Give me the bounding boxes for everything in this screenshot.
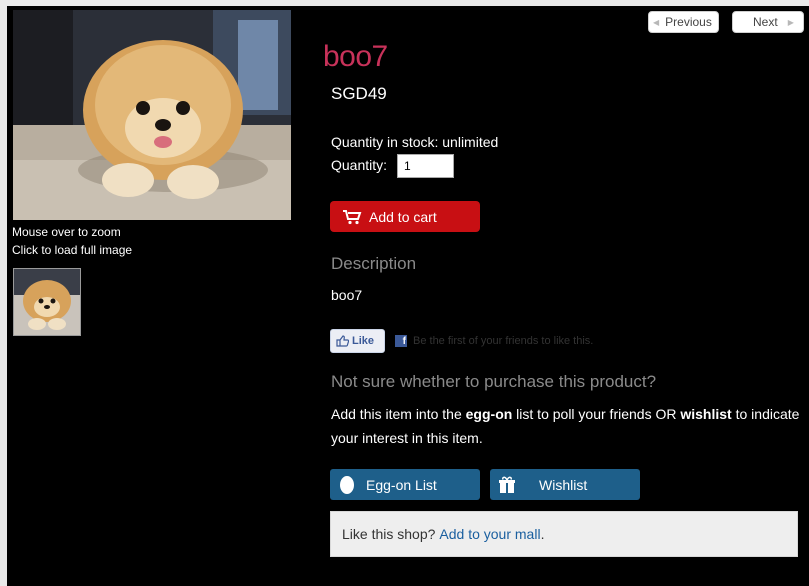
next-button[interactable]: Next ▶: [732, 11, 804, 33]
zoom-hint-text: Mouse over to zoom: [12, 225, 121, 239]
egg-text-1: Add this item into the: [331, 406, 466, 422]
dog-thumbnail-image: [14, 269, 80, 335]
previous-button[interactable]: ◀ Previous: [648, 11, 719, 33]
window-left-border: [0, 0, 7, 586]
egg-on-description: Add this item into the egg-on list to po…: [331, 402, 803, 450]
facebook-like-button[interactable]: Like: [330, 329, 385, 353]
add-to-mall-box: Like this shop? Add to your mall.: [330, 511, 798, 557]
wishlist-label: Wishlist: [539, 476, 588, 493]
gift-icon: [499, 476, 515, 493]
wishlist-button[interactable]: Wishlist: [490, 469, 640, 500]
product-price: SGD49: [331, 84, 387, 103]
image-hints: Mouse over to zoom Click to load full im…: [12, 223, 132, 259]
previous-label: Previous: [665, 15, 712, 29]
product-title: boo7: [323, 40, 388, 73]
purchase-question-heading: Not sure whether to purchase this produc…: [331, 372, 657, 391]
egg-icon: [340, 475, 354, 494]
mall-suffix: .: [540, 526, 545, 542]
next-label: Next: [753, 15, 778, 29]
load-hint-text: Click to load full image: [12, 243, 133, 257]
like-label: Like: [352, 335, 375, 347]
chevron-right-icon: ▶: [787, 17, 794, 27]
mall-prompt: Like this shop?: [342, 526, 436, 542]
stock-text: Quantity in stock: unlimited: [331, 134, 499, 150]
add-to-mall-link[interactable]: Add to your mall: [439, 526, 540, 542]
egg-on-bold: egg-on: [465, 406, 513, 422]
dog-photo: [13, 10, 291, 220]
description-text: boo7: [331, 287, 363, 303]
thumbs-up-icon: [336, 335, 349, 347]
add-to-cart-button[interactable]: Add to cart: [330, 201, 480, 232]
product-thumbnail[interactable]: [13, 268, 81, 336]
window-top-border: [0, 0, 809, 6]
cart-icon: [343, 209, 362, 224]
facebook-social-text: Be the first of your friends to like thi…: [413, 335, 594, 347]
quantity-label: Quantity:: [331, 157, 388, 173]
egg-on-list-button[interactable]: Egg-on List: [330, 469, 480, 500]
wishlist-bold: wishlist: [680, 406, 732, 422]
description-heading: Description: [331, 254, 417, 273]
egg-on-list-label: Egg-on List: [366, 476, 437, 493]
product-main-image[interactable]: [13, 10, 291, 220]
facebook-icon: f: [395, 335, 407, 347]
egg-text-2: list to poll your friends OR: [512, 406, 681, 422]
quantity-input[interactable]: [397, 154, 454, 178]
chevron-left-icon: ◀: [653, 17, 660, 27]
add-to-cart-label: Add to cart: [369, 208, 437, 225]
